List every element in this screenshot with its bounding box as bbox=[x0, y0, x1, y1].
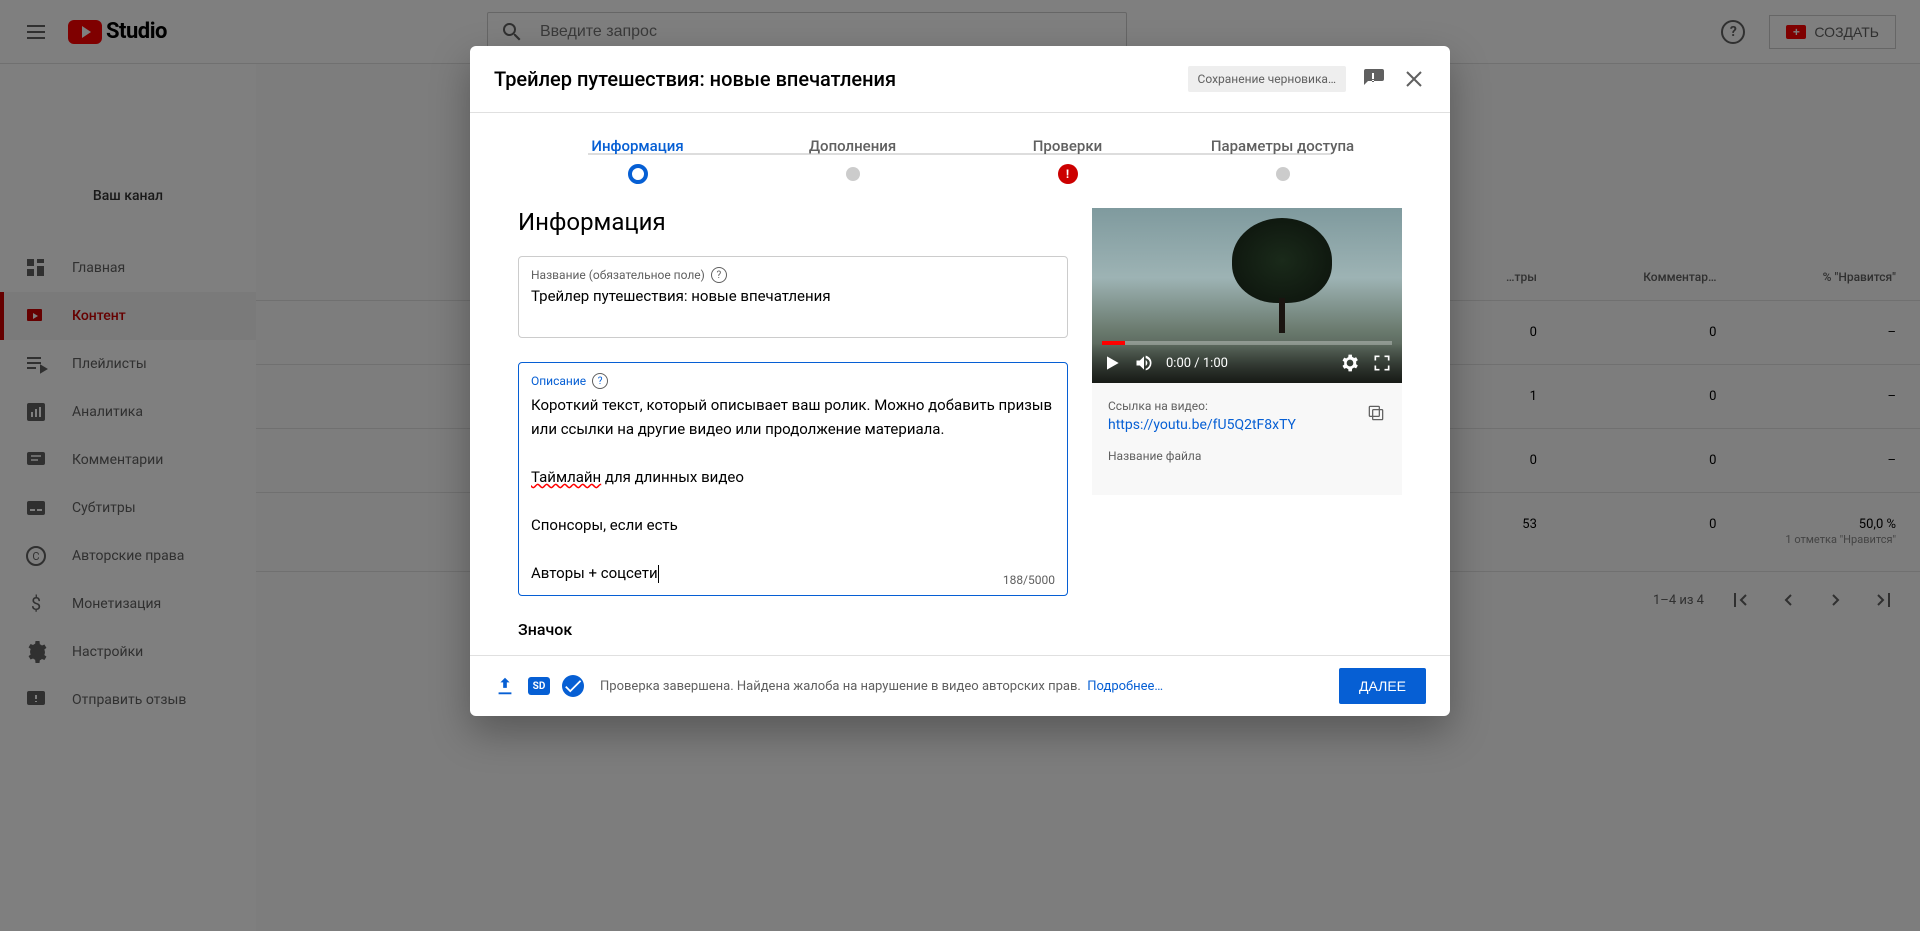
step-elements[interactable]: Дополнения bbox=[745, 137, 960, 184]
draft-status-badge: Сохранение черновика… bbox=[1188, 66, 1346, 92]
status-text: Проверка завершена. Найдена жалоба на на… bbox=[600, 679, 1327, 694]
video-controls: 0:00 / 1:00 bbox=[1092, 343, 1402, 383]
step-circle-icon bbox=[846, 167, 860, 181]
settings-icon[interactable] bbox=[1340, 353, 1360, 373]
video-time: 0:00 / 1:00 bbox=[1166, 356, 1228, 371]
copy-icon[interactable] bbox=[1366, 403, 1386, 423]
details-link[interactable]: Подробнее… bbox=[1087, 679, 1163, 694]
title-field-label: Название (обязательное поле) ? bbox=[531, 267, 1055, 283]
step-label: Проверки bbox=[960, 137, 1175, 155]
step-label: Дополнения bbox=[745, 137, 960, 155]
sd-badge-icon: SD bbox=[528, 677, 550, 695]
title-field[interactable]: Название (обязательное поле) ? Трейлер п… bbox=[518, 256, 1068, 338]
section-title: Информация bbox=[518, 208, 1068, 236]
preview-panel: 0:00 / 1:00 Ссылка на видео: https://you… bbox=[1092, 208, 1402, 631]
next-button[interactable]: ДАЛЕЕ bbox=[1339, 668, 1426, 704]
help-icon[interactable]: ? bbox=[711, 267, 727, 283]
thumbnail-section-title: Значок bbox=[518, 620, 1068, 639]
step-error-icon bbox=[1058, 164, 1078, 184]
video-link-label: Ссылка на видео: bbox=[1108, 399, 1386, 413]
stepper: Информация Дополнения Проверки Параметры… bbox=[470, 113, 1450, 184]
modal-header: Трейлер путешествия: новые впечатления С… bbox=[470, 46, 1450, 113]
step-checks[interactable]: Проверки bbox=[960, 137, 1175, 184]
fullscreen-icon[interactable] bbox=[1372, 353, 1392, 373]
description-field[interactable]: Описание ? Короткий текст, который описы… bbox=[518, 362, 1068, 596]
video-preview[interactable]: 0:00 / 1:00 bbox=[1092, 208, 1402, 383]
close-icon[interactable] bbox=[1402, 67, 1426, 91]
upload-modal: Трейлер путешествия: новые впечатления С… bbox=[470, 46, 1450, 716]
step-visibility[interactable]: Параметры доступа bbox=[1175, 137, 1390, 184]
video-link[interactable]: https://youtu.be/fU5Q2tF8xTY bbox=[1108, 417, 1386, 433]
char-counter: 188/5000 bbox=[1003, 573, 1055, 587]
step-info[interactable]: Информация bbox=[530, 137, 745, 184]
preview-info: Ссылка на видео: https://youtu.be/fU5Q2t… bbox=[1092, 383, 1402, 495]
step-label: Параметры доступа bbox=[1175, 137, 1390, 155]
step-circle-icon bbox=[628, 164, 648, 184]
help-icon[interactable]: ? bbox=[592, 373, 608, 389]
modal-body: Информация Название (обязательное поле) … bbox=[470, 184, 1450, 655]
modal-title: Трейлер путешествия: новые впечатления bbox=[494, 67, 1188, 91]
play-icon[interactable] bbox=[1102, 353, 1122, 373]
description-field-label: Описание ? bbox=[531, 373, 1055, 389]
step-circle-icon bbox=[1276, 167, 1290, 181]
step-label: Информация bbox=[530, 137, 745, 155]
title-input[interactable]: Трейлер путешествия: новые впечатления bbox=[531, 287, 1055, 327]
upload-complete-icon bbox=[494, 675, 516, 697]
check-complete-icon bbox=[562, 675, 584, 697]
description-input[interactable]: Короткий текст, который описывает ваш ро… bbox=[531, 393, 1055, 585]
volume-icon[interactable] bbox=[1134, 353, 1154, 373]
filename-label: Название файла bbox=[1108, 449, 1386, 463]
modal-footer: SD Проверка завершена. Найдена жалоба на… bbox=[470, 655, 1450, 716]
feedback-icon[interactable] bbox=[1362, 67, 1386, 91]
